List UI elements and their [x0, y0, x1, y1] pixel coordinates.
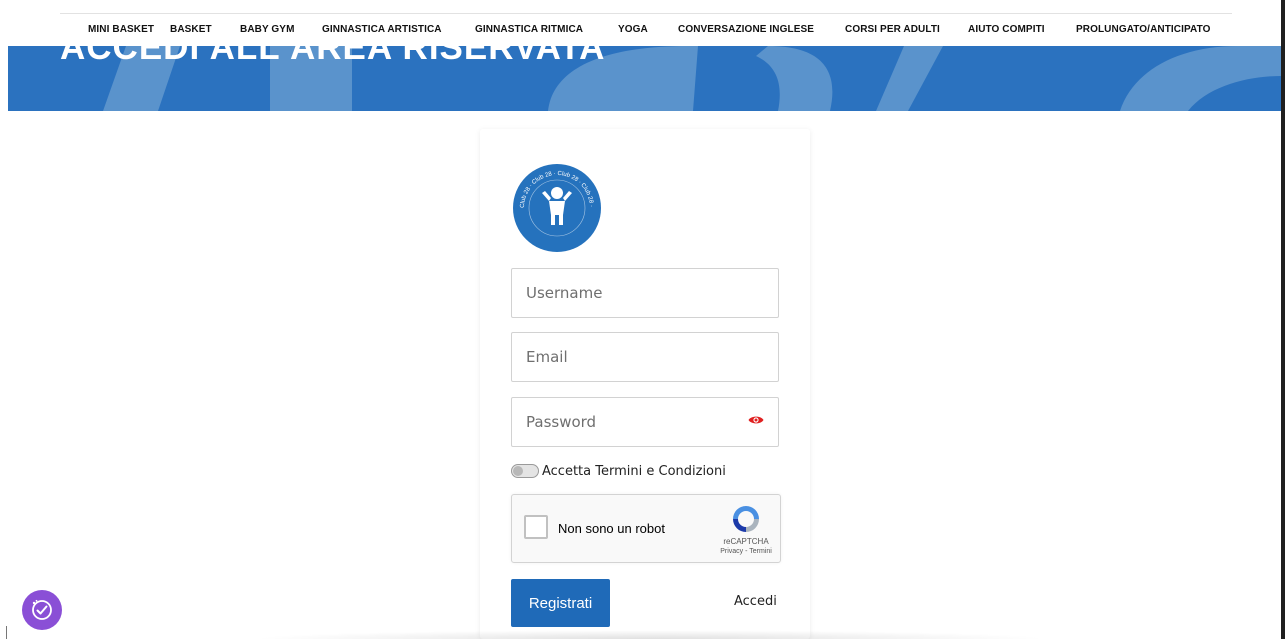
recaptcha-logo-icon [733, 506, 759, 532]
accessibility-button[interactable] [22, 590, 62, 630]
club-logo: Club 28 · Club 28 · Club 28 · Club 28 · [513, 164, 601, 252]
recaptcha-brand: reCAPTCHA [723, 537, 769, 546]
show-password-eye-icon[interactable] [748, 414, 764, 426]
nav-item-yoga[interactable]: YOGA [618, 24, 648, 35]
registration-card: Club 28 · Club 28 · Club 28 · Club 28 · … [480, 129, 810, 639]
login-link[interactable]: Accedi [734, 594, 777, 609]
username-field[interactable] [511, 268, 779, 318]
nav-item-conversazione-inglese[interactable]: CONVERSAZIONE INGLESE [678, 24, 814, 35]
nav-item-basket[interactable]: BASKET [170, 24, 212, 35]
main-navigation: MINI BASKET BASKET BABY GYM GINNASTICA A… [60, 13, 1232, 46]
recaptcha-widget: Non sono un robot reCAPTCHA Privacy - Te… [511, 494, 781, 563]
accessibility-icon [32, 599, 52, 620]
password-field[interactable] [511, 397, 779, 447]
register-button[interactable]: Registrati [511, 579, 610, 627]
terms-toggle[interactable] [511, 464, 539, 478]
nav-item-prolungato-anticipato[interactable]: PROLUNGATO/ANTICIPATO [1076, 24, 1211, 35]
nav-item-corsi-per-adulti[interactable]: CORSI PER ADULTI [845, 24, 940, 35]
nav-item-baby-gym[interactable]: BABY GYM [240, 24, 295, 35]
edge-tick [6, 626, 7, 639]
window-edge [1281, 0, 1285, 639]
captcha-checkbox[interactable] [524, 515, 548, 539]
nav-item-mini-basket[interactable]: MINI BASKET [88, 24, 154, 35]
email-field[interactable] [511, 332, 779, 382]
terms-label: Accetta Termini e Condizioni [542, 463, 726, 479]
captcha-label: Non sono un robot [558, 521, 665, 536]
nav-item-ginnastica-ritmica[interactable]: GINNASTICA RITMICA [475, 24, 583, 35]
recaptcha-links[interactable]: Privacy - Termini [710, 548, 782, 555]
footer-shadow [250, 630, 1050, 639]
nav-item-aiuto-compiti[interactable]: AIUTO COMPITI [968, 24, 1045, 35]
nav-item-ginnastica-artistica[interactable]: GINNASTICA ARTISTICA [322, 24, 442, 35]
hero-title: ACCEDI ALL'AREA RISERVATA [60, 46, 606, 67]
hero-banner: ACCEDI ALL'AREA RISERVATA [8, 46, 1281, 111]
terms-toggle-row: Accetta Termini e Condizioni [511, 462, 726, 480]
